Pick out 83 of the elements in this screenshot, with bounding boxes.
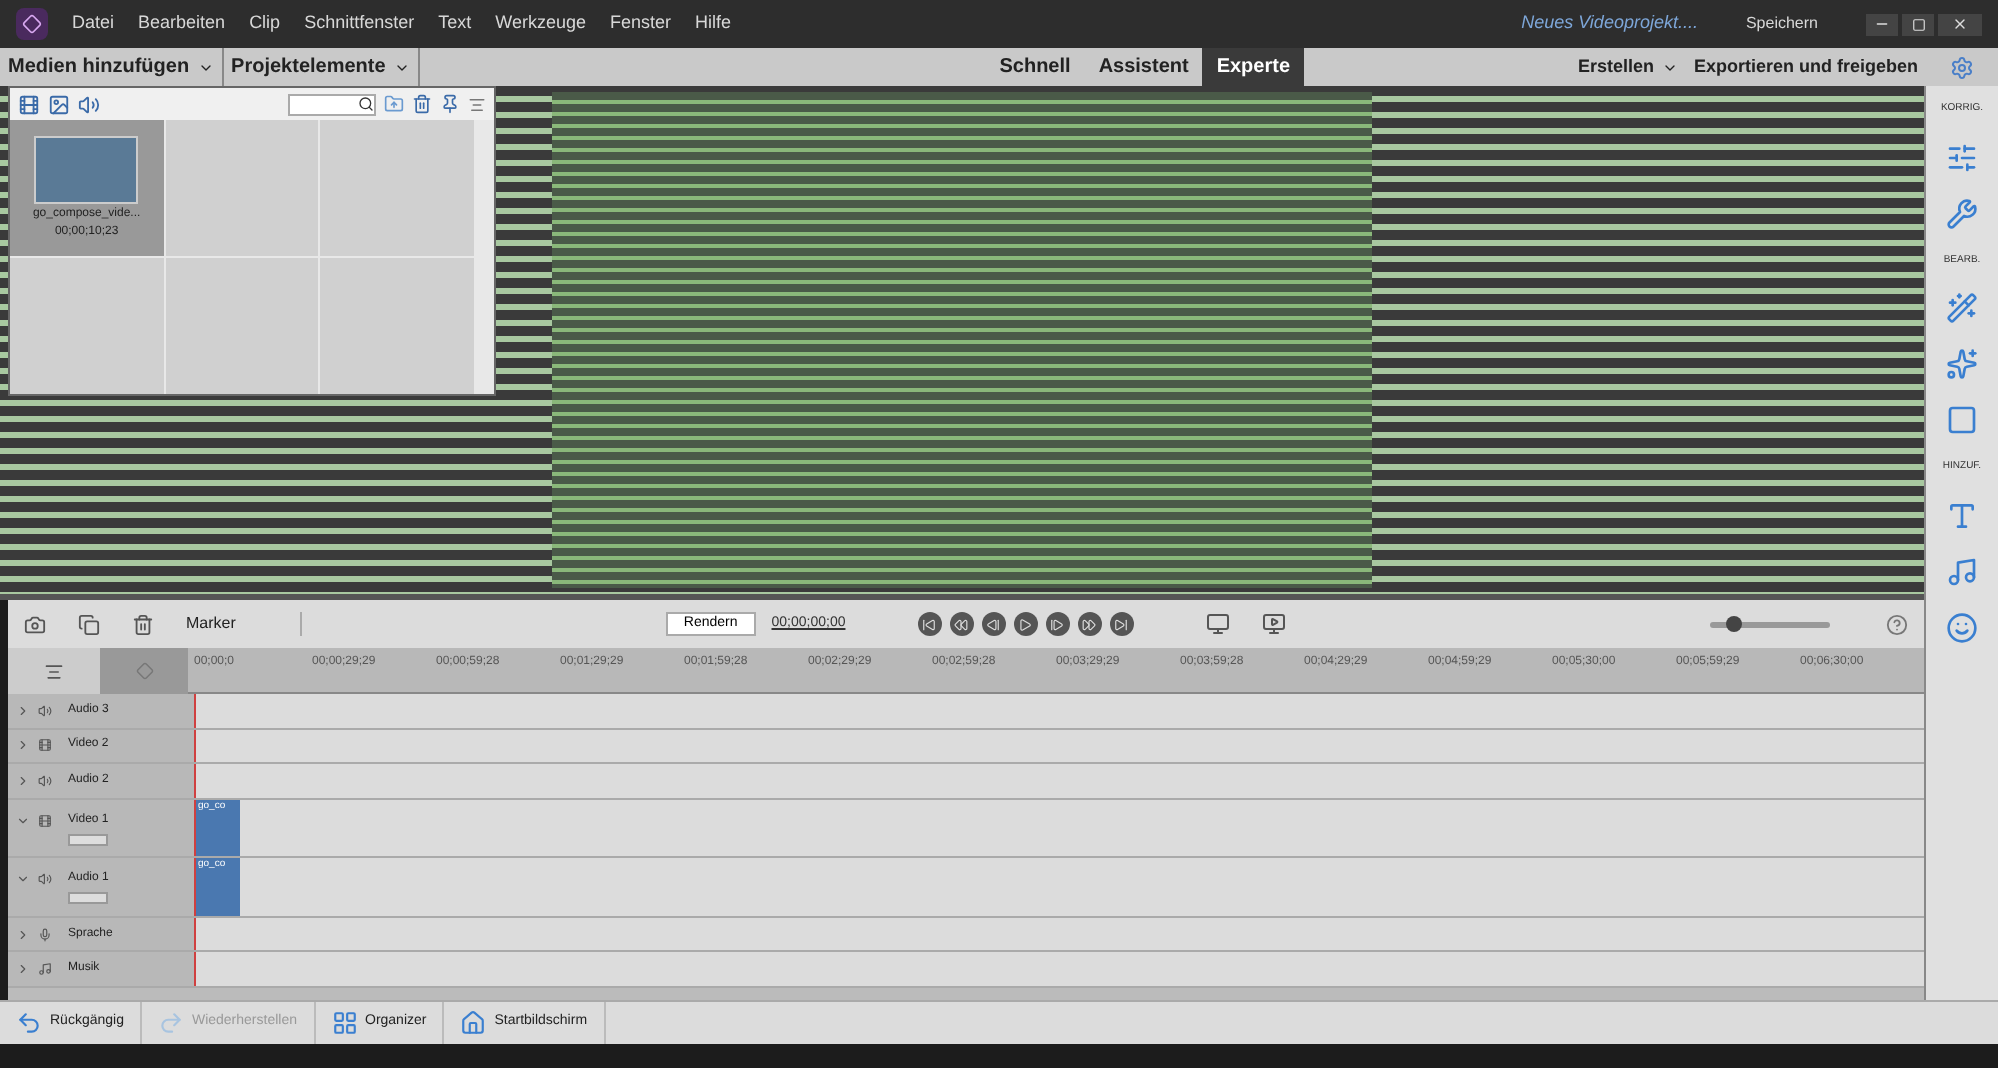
minimize-button[interactable] [1866, 13, 1898, 35]
project-name: Neues Videoprojekt.... [1521, 10, 1698, 37]
transport-icon [986, 617, 1001, 631]
transport-icon [1018, 617, 1033, 631]
track-icon [38, 872, 52, 886]
undo-icon [16, 1010, 42, 1036]
menu-item[interactable]: Text [438, 10, 472, 38]
transport-button[interactable] [1109, 612, 1134, 636]
mode-tab[interactable]: Schnell [985, 48, 1085, 86]
expand-icon[interactable] [16, 872, 30, 886]
track-icon [38, 962, 52, 977]
mode-tab[interactable]: Assistent [1084, 48, 1203, 86]
expand-icon[interactable] [16, 927, 30, 942]
menu-item[interactable]: Bearbeiten [138, 10, 226, 38]
expand-icon[interactable] [16, 738, 30, 753]
square-icon[interactable] [1946, 404, 1978, 436]
photo-placeholder [34, 136, 139, 204]
transport-button[interactable] [981, 612, 1006, 636]
menu-item[interactable]: Hilfe [695, 10, 732, 38]
copy-icon[interactable] [78, 613, 100, 635]
menu-item[interactable]: Fenster [609, 10, 671, 38]
pin-icon[interactable] [440, 94, 460, 114]
zoom-slider[interactable] [1710, 621, 1830, 627]
sparkles-icon[interactable] [1946, 348, 1978, 380]
film-icon[interactable] [18, 93, 40, 115]
trash-icon[interactable] [132, 613, 154, 635]
organizer-icon [331, 1010, 357, 1036]
close-button[interactable] [1938, 13, 1982, 35]
transport-button[interactable] [949, 612, 974, 636]
camera-icon[interactable] [24, 613, 46, 635]
app-logo-icon [16, 8, 48, 40]
home-icon [460, 1010, 487, 1036]
export-button[interactable]: Exportieren und freigeben [1685, 48, 1926, 86]
transport-button[interactable] [1077, 612, 1102, 636]
close-icon [1952, 16, 1968, 32]
folder-icon[interactable] [384, 94, 404, 114]
sliders-icon[interactable] [1946, 141, 1978, 173]
image-icon[interactable] [48, 93, 70, 115]
settings-icon[interactable] [1950, 55, 1974, 79]
mode-tab[interactable]: Experte [1202, 48, 1305, 86]
monitor-icon[interactable] [1261, 612, 1286, 636]
help-icon[interactable] [1886, 613, 1908, 635]
speaker-icon[interactable] [78, 93, 100, 115]
track-settings-icon[interactable] [44, 661, 64, 681]
trash-icon[interactable] [412, 94, 432, 114]
monitor-icon[interactable] [1205, 612, 1230, 636]
maximize-button[interactable] [1902, 13, 1934, 35]
marker-icon[interactable] [135, 662, 153, 680]
expand-icon[interactable] [16, 813, 30, 828]
smiley-icon[interactable] [1946, 611, 1978, 643]
track-icon [38, 703, 52, 718]
marker-button[interactable]: Marker [186, 612, 302, 636]
magic-wand-icon[interactable] [1946, 292, 1978, 324]
zoom-thumb[interactable] [1726, 615, 1742, 631]
expand-icon[interactable] [16, 962, 30, 977]
track-icon [38, 774, 52, 789]
expand-icon[interactable] [16, 774, 30, 789]
track-icon [38, 927, 52, 942]
expand-icon[interactable] [16, 703, 30, 718]
menu-item[interactable]: Clip [249, 10, 281, 38]
create-menu[interactable]: Erstellen [1569, 48, 1686, 86]
wrench-icon[interactable] [1946, 197, 1978, 229]
maximize-icon [1911, 17, 1925, 31]
transport-icon [922, 617, 937, 631]
track-icon [38, 813, 52, 828]
transport-icon [1082, 617, 1097, 631]
menu-item[interactable]: Schnittfenster [304, 10, 415, 38]
redo-icon [157, 1010, 184, 1036]
transport-button[interactable] [1013, 612, 1038, 636]
transport-icon [954, 617, 969, 631]
search-icon [358, 96, 374, 112]
text-icon[interactable] [1946, 499, 1978, 531]
save-link[interactable]: Speichern [1745, 12, 1818, 36]
transport-button[interactable] [1045, 612, 1070, 636]
transport-icon [1114, 617, 1129, 631]
search-field[interactable] [288, 93, 376, 115]
transport-icon [1050, 617, 1065, 631]
track-icon [38, 738, 52, 753]
menu-item[interactable]: Werkzeuge [495, 10, 586, 38]
transport-button[interactable] [917, 612, 942, 636]
music-note-icon[interactable] [1946, 555, 1978, 587]
list-icon[interactable] [468, 95, 486, 113]
menu-item[interactable]: Datei [72, 10, 115, 38]
